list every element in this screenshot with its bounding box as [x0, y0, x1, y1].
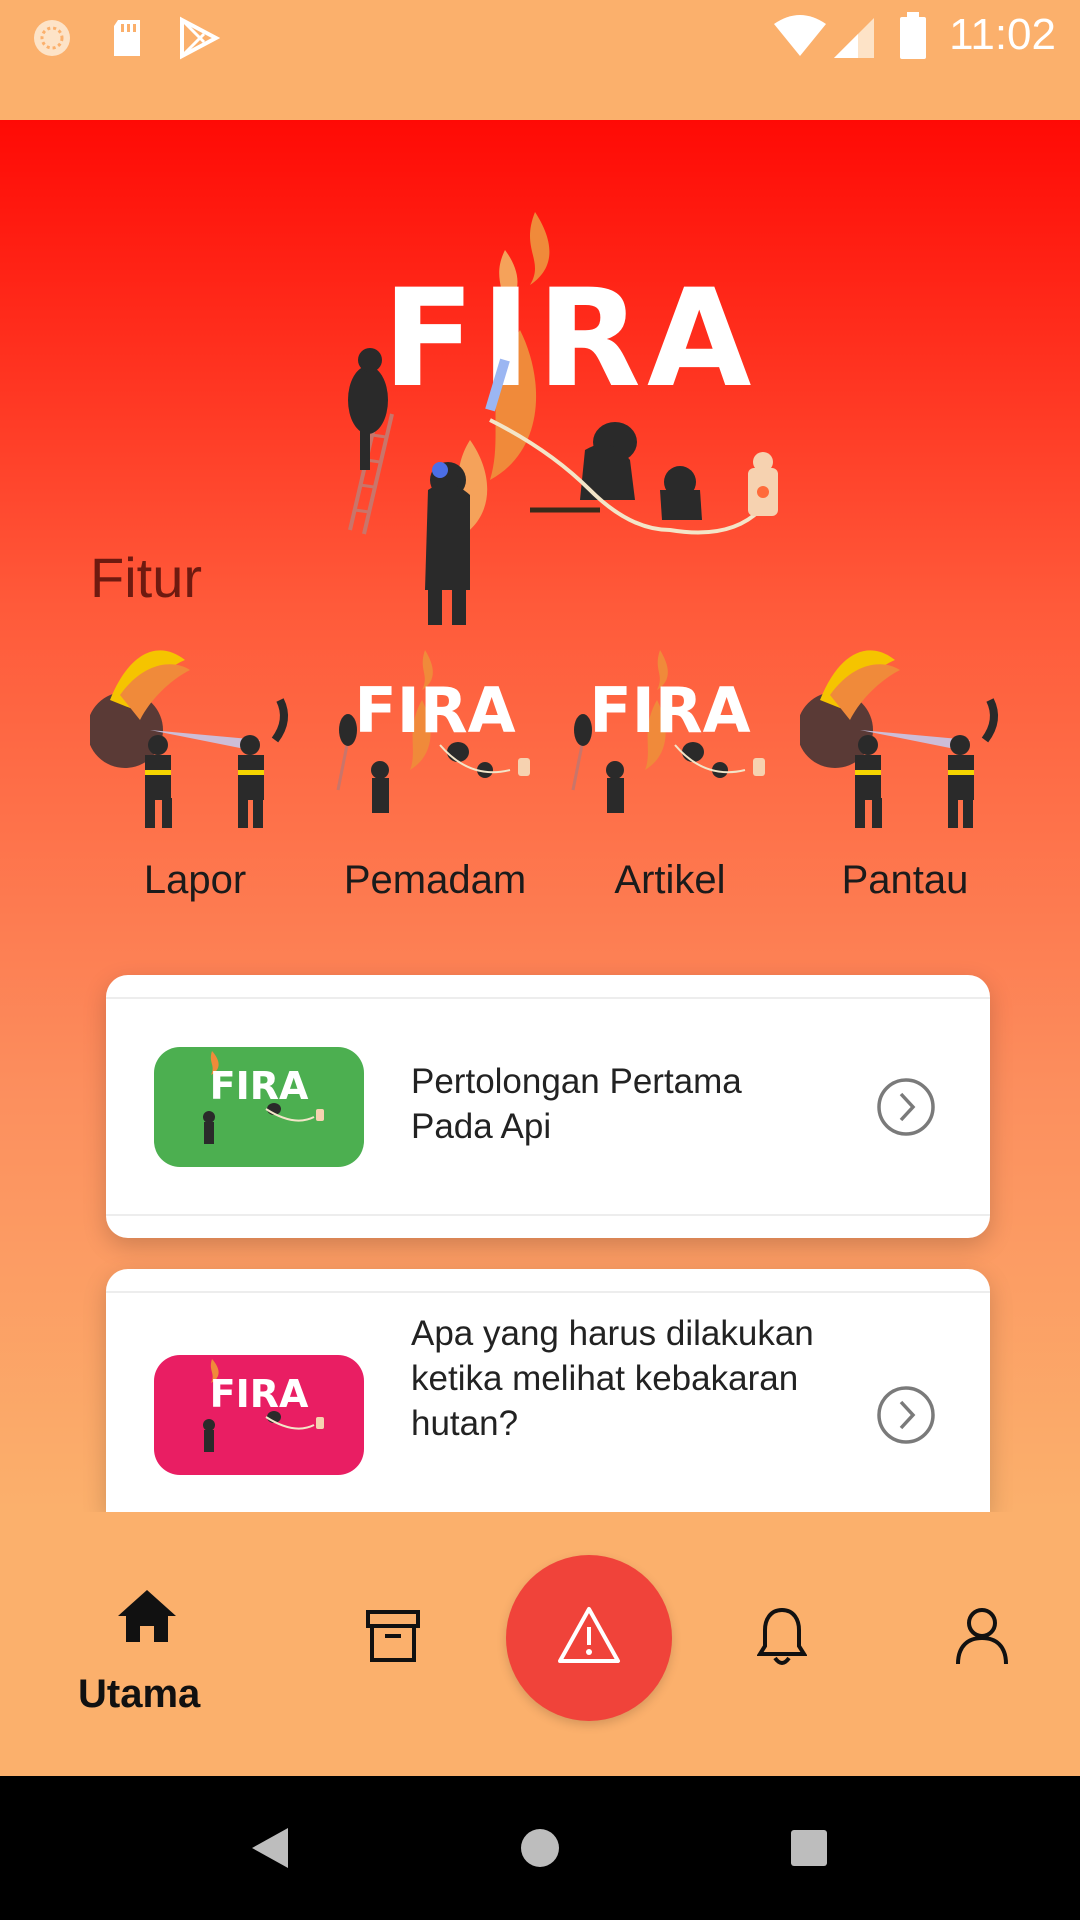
card-divider	[106, 997, 990, 999]
play-store-icon	[180, 16, 220, 60]
firefighters-illustration-icon	[90, 650, 288, 828]
fira-logo-illustration-icon: FIRA	[336, 650, 530, 813]
system-navigation-bar	[0, 1776, 1080, 1920]
feature-art-text: FIRA	[354, 674, 515, 747]
nav-item-notifications[interactable]	[720, 1512, 850, 1776]
report-fire-button[interactable]	[506, 1555, 672, 1721]
battery-icon	[900, 12, 926, 59]
feature-pemadam[interactable]: FIRA Pemadam	[330, 640, 540, 903]
nav-item-archive[interactable]	[330, 1512, 460, 1776]
article-card[interactable]: FIRA Pertolongan Pertama Pada Api	[106, 975, 990, 1238]
article-title: Apa yang harus dilakukan ketika melihat …	[411, 1314, 814, 1443]
card-divider	[106, 1291, 990, 1293]
fira-logo-illustration-icon: FIRA	[571, 650, 765, 813]
hero-logo-text: FIRA	[383, 260, 758, 417]
home-nav-icon[interactable]	[520, 1828, 560, 1868]
chevron-right-icon[interactable]	[876, 1385, 936, 1445]
article-card[interactable]: FIRA Apa yang harus dilakukan ketika mel…	[106, 1269, 990, 1512]
sync-icon	[34, 20, 70, 56]
alert-icon	[558, 1607, 620, 1663]
feature-pantau[interactable]: Pantau	[800, 640, 1010, 903]
article-thumbnail: FIRA	[154, 1355, 364, 1475]
archive-icon	[366, 1610, 420, 1662]
home-content[interactable]: FIRA Fitur Lapor FIRA Pemadam FIRA Artik…	[0, 120, 1080, 1512]
thumbnail-text: FIRA	[210, 1064, 309, 1108]
feature-label: Lapor	[143, 858, 247, 902]
home-icon	[118, 1590, 176, 1642]
bell-icon	[757, 1607, 807, 1665]
feature-art-text: FIRA	[589, 674, 750, 747]
article-title: Pertolongan Pertama Pada Api	[411, 1062, 742, 1146]
status-bar: 11:02	[0, 0, 1080, 120]
fira-hero-illustration: FIRA	[348, 212, 778, 625]
nav-item-profile[interactable]	[920, 1512, 1050, 1776]
signal-icon	[834, 18, 874, 58]
nav-item-utama[interactable]: Utama	[0, 1512, 290, 1776]
feature-label: Pemadam	[343, 858, 527, 902]
chevron-right-icon[interactable]	[876, 1077, 936, 1137]
sd-card-icon	[114, 20, 140, 56]
feature-label: Pantau	[841, 858, 969, 902]
features-title: Fitur	[90, 546, 202, 609]
status-time: 11:02	[949, 10, 1056, 59]
feature-artikel[interactable]: FIRA Artikel	[565, 640, 775, 903]
user-icon	[956, 1608, 1008, 1665]
thumbnail-text: FIRA	[210, 1372, 309, 1416]
card-divider	[106, 1214, 990, 1216]
back-icon[interactable]	[250, 1826, 290, 1870]
recents-icon[interactable]	[790, 1829, 828, 1867]
wifi-icon	[774, 15, 826, 56]
feature-label: Artikel	[614, 858, 726, 902]
article-thumbnail: FIRA	[154, 1047, 364, 1167]
firefighters-illustration-icon	[800, 650, 998, 828]
nav-label-utama: Utama	[78, 1672, 201, 1716]
feature-lapor[interactable]: Lapor	[90, 640, 300, 903]
